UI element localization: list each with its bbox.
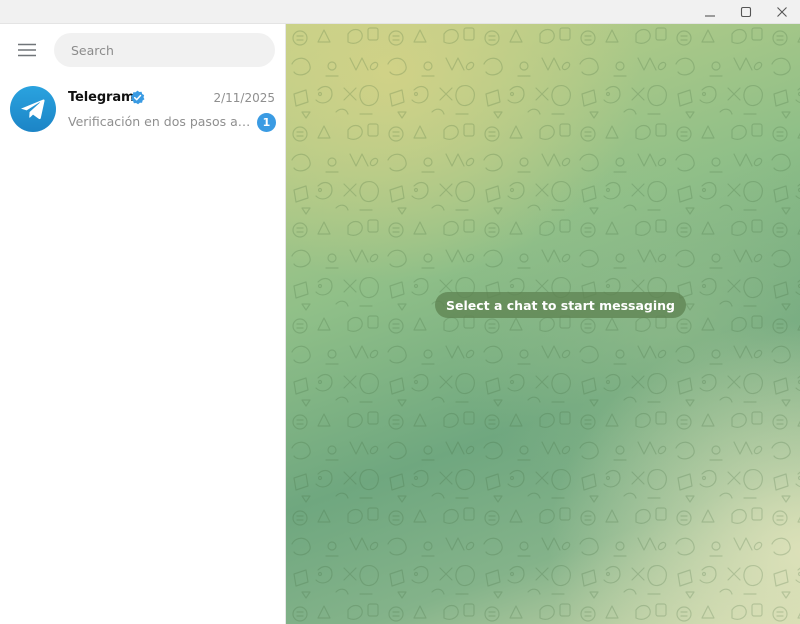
search-input[interactable] [54,33,275,67]
hamburger-menu-icon [18,43,36,57]
chat-name: Telegram [68,90,135,105]
close-icon [777,7,787,17]
verified-badge-icon [130,90,145,105]
chat-date: 2/11/2025 [213,91,275,105]
window-title-bar [0,0,800,24]
close-button[interactable] [764,0,800,24]
unread-count-badge: 1 [257,113,276,132]
doodle-pattern-background [286,24,800,624]
chat-list-sidebar: Telegram 2/11/2025 Verificación en dos p… [0,24,286,624]
avatar [10,86,56,132]
empty-state-notice: Select a chat to start messaging [435,292,686,318]
telegram-plane-icon [21,99,45,120]
chat-last-message: Verificación en dos pasos activada [68,114,254,129]
chat-list-item[interactable]: Telegram 2/11/2025 Verificación en dos p… [0,78,285,140]
maximize-icon [740,6,752,18]
chat-area-background: Select a chat to start messaging [286,24,800,624]
minimize-icon [705,15,715,17]
minimize-button[interactable] [692,0,728,24]
main-menu-button[interactable] [12,38,42,62]
search-box[interactable] [54,33,275,67]
maximize-button[interactable] [728,0,764,24]
